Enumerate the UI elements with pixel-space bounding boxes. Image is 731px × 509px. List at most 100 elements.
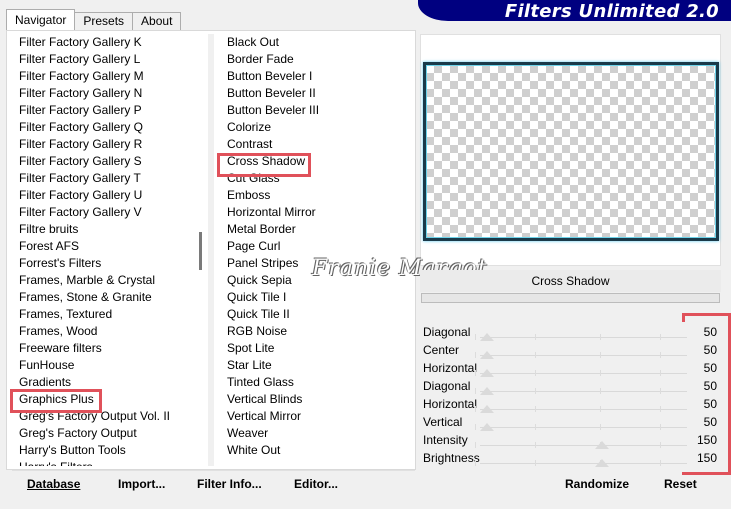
filter-list[interactable]: Black Out Border Fade Button Beveler I Butt…	[219, 34, 413, 466]
filter-item[interactable]: Tinted Glass	[219, 374, 413, 391]
param-slider[interactable]	[480, 427, 687, 428]
filter-item[interactable]: Spot Lite	[219, 340, 413, 357]
filter-item[interactable]: Cut Glass	[219, 170, 413, 187]
filter-item[interactable]: Emboss	[219, 187, 413, 204]
category-item[interactable]: Filter Factory Gallery M	[12, 68, 200, 85]
filter-item[interactable]: RGB Noise	[219, 323, 413, 340]
param-value: 50	[703, 379, 717, 393]
param-label: Diagonal	[423, 379, 471, 393]
tab-navigator[interactable]: Navigator	[6, 9, 76, 30]
filter-item[interactable]: Cross Shadow	[219, 153, 413, 170]
filter-item[interactable]: Metal Border	[219, 221, 413, 238]
randomize-button[interactable]: Randomize	[565, 477, 629, 491]
param-label: Vertical	[423, 415, 463, 429]
filter-item[interactable]: Horizontal Mirror	[219, 204, 413, 221]
param-row: Horizontal 50	[420, 395, 721, 413]
parameter-sliders: Diagonal 50 Center 50 Horizontal 50 Diagonal 50…	[420, 323, 721, 467]
param-value: 50	[703, 397, 717, 411]
param-slider[interactable]	[480, 445, 687, 446]
category-item[interactable]: Filter Factory Gallery N	[12, 85, 200, 102]
import-button[interactable]: Import...	[118, 477, 165, 491]
slider-tick	[535, 370, 536, 376]
slider-tick	[660, 442, 661, 448]
category-item[interactable]: Harry's Filters	[12, 459, 200, 466]
param-slider[interactable]	[480, 463, 687, 464]
category-scrollbar-thumb[interactable]	[199, 232, 202, 270]
category-item[interactable]: Filter Factory Gallery T	[12, 170, 200, 187]
param-label: Diagonal	[423, 325, 471, 339]
category-item[interactable]: Filtre bruits	[12, 221, 200, 238]
param-slider[interactable]	[480, 409, 687, 410]
category-item[interactable]: FunHouse	[12, 357, 200, 374]
category-item[interactable]: Gradients	[12, 374, 200, 391]
reset-button[interactable]: Reset	[664, 477, 697, 491]
slider-thumb[interactable]	[480, 387, 494, 395]
param-label: Center	[423, 343, 460, 357]
param-slider[interactable]	[480, 355, 687, 356]
slider-thumb[interactable]	[595, 459, 609, 467]
database-button[interactable]: Database	[27, 477, 80, 491]
category-item[interactable]: Frames, Stone & Granite	[12, 289, 200, 306]
param-row: Diagonal 50	[420, 377, 721, 395]
category-item[interactable]: Forrest's Filters	[12, 255, 200, 272]
category-item[interactable]: Filter Factory Gallery Q	[12, 119, 200, 136]
category-item[interactable]: Harry's Button Tools	[12, 442, 200, 459]
slider-tick	[475, 406, 476, 412]
category-item[interactable]: Filter Factory Gallery R	[12, 136, 200, 153]
category-item[interactable]: Frames, Marble & Crystal	[12, 272, 200, 289]
param-row: Intensity 150	[420, 431, 721, 449]
progress-bar	[421, 293, 720, 303]
filter-item[interactable]: Black Out	[219, 34, 413, 51]
category-item[interactable]: Greg's Factory Output	[12, 425, 200, 442]
filter-item[interactable]: Contrast	[219, 136, 413, 153]
category-item[interactable]: Freeware filters	[12, 340, 200, 357]
category-item[interactable]: Filter Factory Gallery S	[12, 153, 200, 170]
category-item[interactable]: Filter Factory Gallery U	[12, 187, 200, 204]
list-divider	[208, 34, 214, 466]
category-item[interactable]: Filter Factory Gallery P	[12, 102, 200, 119]
param-slider[interactable]	[480, 337, 687, 338]
category-item[interactable]: Filter Factory Gallery V	[12, 204, 200, 221]
reset-button-label: Reset	[664, 477, 697, 491]
tab-presets[interactable]: Presets	[74, 12, 134, 30]
category-list[interactable]: Filter Factory Gallery K Filter Factory G…	[12, 34, 200, 466]
filter-item[interactable]: Button Beveler II	[219, 85, 413, 102]
filter-item[interactable]: Quick Tile II	[219, 306, 413, 323]
slider-tick	[600, 406, 601, 412]
slider-thumb[interactable]	[480, 369, 494, 377]
filter-item[interactable]: Colorize	[219, 119, 413, 136]
category-item[interactable]: Filter Factory Gallery K	[12, 34, 200, 51]
param-slider[interactable]	[480, 391, 687, 392]
filter-item[interactable]: Button Beveler III	[219, 102, 413, 119]
filter-item[interactable]: Page Curl	[219, 238, 413, 255]
filter-item[interactable]: Star Lite	[219, 357, 413, 374]
slider-thumb[interactable]	[480, 333, 494, 341]
category-item[interactable]: Frames, Wood	[12, 323, 200, 340]
filter-item[interactable]: Border Fade	[219, 51, 413, 68]
category-item[interactable]: Greg's Factory Output Vol. II	[12, 408, 200, 425]
filter-item[interactable]: Button Beveler I	[219, 68, 413, 85]
slider-thumb[interactable]	[480, 351, 494, 359]
filter-info-button[interactable]: Filter Info...	[197, 477, 262, 491]
slider-tick	[600, 388, 601, 394]
filter-item[interactable]: Vertical Blinds	[219, 391, 413, 408]
slider-tick	[535, 442, 536, 448]
slider-tick	[660, 370, 661, 376]
filter-item[interactable]: White Out	[219, 442, 413, 459]
editor-button[interactable]: Editor...	[294, 477, 338, 491]
slider-thumb[interactable]	[480, 423, 494, 431]
slider-tick	[535, 460, 536, 466]
param-slider[interactable]	[480, 373, 687, 374]
slider-tick	[475, 424, 476, 430]
filter-item[interactable]: Vertical Mirror	[219, 408, 413, 425]
category-item[interactable]: Graphics Plus	[12, 391, 200, 408]
filter-info-button-label: Filter Info...	[197, 477, 262, 491]
category-item[interactable]: Filter Factory Gallery L	[12, 51, 200, 68]
tab-about[interactable]: About	[132, 12, 182, 30]
category-item[interactable]: Frames, Textured	[12, 306, 200, 323]
slider-thumb[interactable]	[480, 405, 494, 413]
filter-item[interactable]: Weaver	[219, 425, 413, 442]
filter-item[interactable]: Quick Tile I	[219, 289, 413, 306]
slider-thumb[interactable]	[595, 441, 609, 449]
category-item[interactable]: Forest AFS	[12, 238, 200, 255]
